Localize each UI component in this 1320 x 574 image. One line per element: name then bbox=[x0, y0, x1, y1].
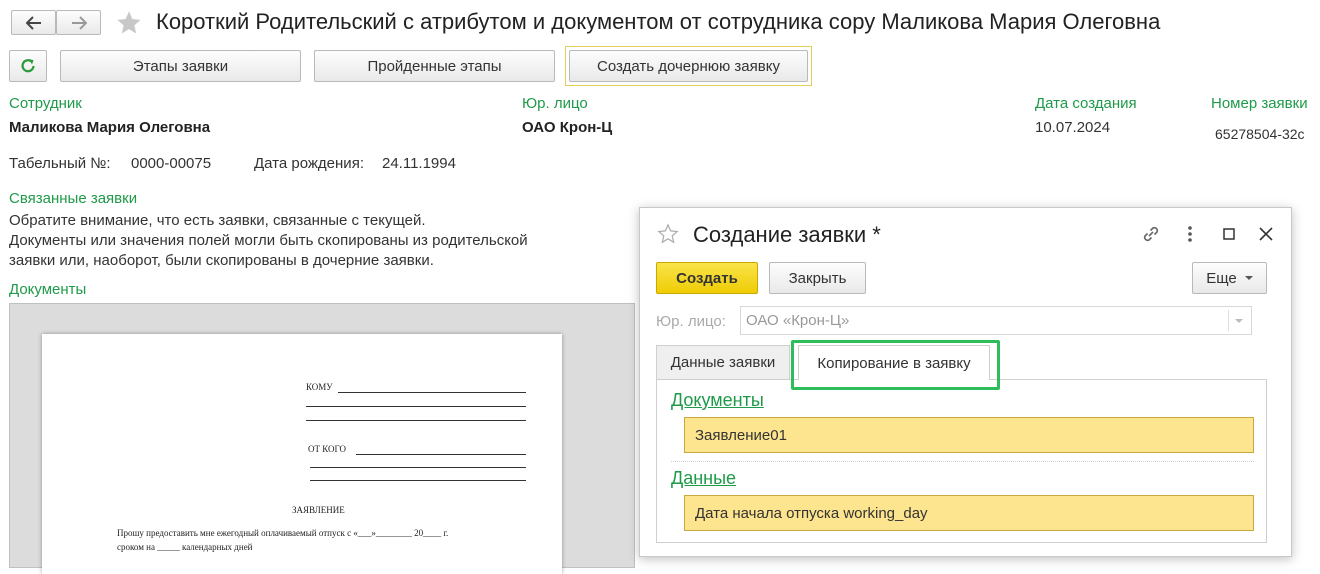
related-note-line-2: Документы или значения полей могли быть … bbox=[9, 232, 528, 249]
chevron-down-icon bbox=[1244, 276, 1253, 280]
arrow-right-icon bbox=[71, 15, 87, 30]
doc-line bbox=[310, 480, 526, 481]
stages-button[interactable]: Этапы заявки bbox=[60, 50, 301, 82]
data-item-value: Дата начала отпуска working_day bbox=[695, 504, 928, 522]
more-label: Еще bbox=[1206, 269, 1237, 287]
document-page: КОМУ ОТ КОГО ЗАЯВЛЕНИЕ Прошу предоставит… bbox=[42, 334, 562, 574]
forward-button[interactable] bbox=[56, 10, 101, 35]
created-date-label: Дата создания bbox=[1035, 95, 1137, 112]
doc-line bbox=[306, 420, 526, 421]
doc-body-line-1: Прошу предоставить мне ежегодный оплачив… bbox=[117, 528, 449, 538]
birth-date-value: 24.11.1994 bbox=[382, 155, 456, 172]
create-request-dialog: Создание заявки * Создать Закрыть Еще Юр… bbox=[639, 207, 1292, 557]
related-requests-label: Связанные заявки bbox=[9, 190, 138, 207]
document-item-field[interactable]: Заявление01 bbox=[684, 417, 1254, 453]
related-note-line-3: заявки или, наоборот, были скопированы в… bbox=[9, 252, 434, 269]
close-button[interactable]: Закрыть bbox=[769, 262, 866, 294]
arrow-left-icon bbox=[25, 15, 41, 30]
star-icon[interactable] bbox=[114, 9, 144, 37]
more-button[interactable]: Еще bbox=[1192, 262, 1267, 294]
legal-entity-value: ОАО Крон-Ц bbox=[522, 119, 613, 136]
create-child-button[interactable]: Создать дочернюю заявку bbox=[569, 50, 808, 82]
number-label: Номер заявки bbox=[1211, 95, 1308, 112]
employee-label: Сотрудник bbox=[9, 95, 82, 112]
legal-entity-label: Юр. лицо bbox=[522, 95, 588, 112]
more-vertical-icon[interactable] bbox=[1180, 223, 1200, 245]
doc-heading: ЗАЯВЛЕНИЕ bbox=[292, 505, 345, 515]
tab-request-data[interactable]: Данные заявки bbox=[656, 345, 790, 379]
documents-link[interactable]: Документы bbox=[671, 390, 764, 411]
tab-content-panel: Документы Заявление01 Данные Дата начала… bbox=[656, 379, 1267, 543]
dialog-title: Создание заявки * bbox=[693, 222, 881, 247]
data-item-field[interactable]: Дата начала отпуска working_day bbox=[684, 495, 1254, 531]
doc-line bbox=[306, 406, 526, 407]
dialog-legal-entity-value: ОАО «Крон-Ц» bbox=[746, 312, 850, 329]
tab-number-value: 0000-00075 bbox=[131, 155, 212, 172]
birth-date-label: Дата рождения: bbox=[254, 155, 364, 172]
tab-request-data-label: Данные заявки bbox=[670, 354, 776, 371]
passed-stages-button[interactable]: Пройденные этапы bbox=[314, 50, 555, 82]
page-title: Короткий Родительский с атрибутом и доку… bbox=[156, 9, 1161, 34]
document-preview[interactable]: КОМУ ОТ КОГО ЗАЯВЛЕНИЕ Прошу предоставит… bbox=[9, 303, 635, 574]
data-link[interactable]: Данные bbox=[671, 468, 736, 489]
dialog-legal-entity-label: Юр. лицо: bbox=[656, 313, 726, 330]
related-note-line-1: Обратите внимание, что есть заявки, связ… bbox=[9, 212, 426, 229]
back-button[interactable] bbox=[11, 10, 56, 35]
refresh-icon bbox=[21, 59, 35, 73]
doc-line bbox=[356, 454, 526, 455]
link-icon[interactable] bbox=[1140, 223, 1162, 245]
document-item-value: Заявление01 bbox=[695, 426, 787, 444]
number-value: 65278504-32c bbox=[1215, 126, 1305, 142]
refresh-button[interactable] bbox=[9, 50, 47, 82]
doc-from-label: ОТ КОГО bbox=[308, 444, 347, 454]
tab-number-label: Табельный №: bbox=[9, 155, 111, 172]
star-outline-icon[interactable] bbox=[656, 223, 680, 245]
tab-highlight-frame bbox=[791, 340, 1000, 390]
doc-body-line-2: сроком на _____ календарных дней bbox=[117, 542, 253, 552]
doc-line bbox=[338, 392, 526, 393]
doc-to-label: КОМУ bbox=[306, 382, 333, 392]
created-date-value: 10.07.2024 bbox=[1035, 119, 1111, 136]
chevron-down-icon[interactable] bbox=[1235, 318, 1243, 324]
employee-value: Маликова Мария Олеговна bbox=[9, 119, 211, 136]
section-divider bbox=[671, 461, 1254, 462]
dropdown-divider bbox=[1228, 310, 1229, 331]
close-icon[interactable] bbox=[1256, 224, 1276, 244]
create-button[interactable]: Создать bbox=[656, 262, 758, 294]
documents-label: Документы bbox=[9, 281, 87, 298]
maximize-icon[interactable] bbox=[1219, 224, 1239, 244]
dialog-legal-entity-field[interactable]: ОАО «Крон-Ц» bbox=[740, 306, 1252, 335]
doc-line bbox=[310, 467, 526, 468]
